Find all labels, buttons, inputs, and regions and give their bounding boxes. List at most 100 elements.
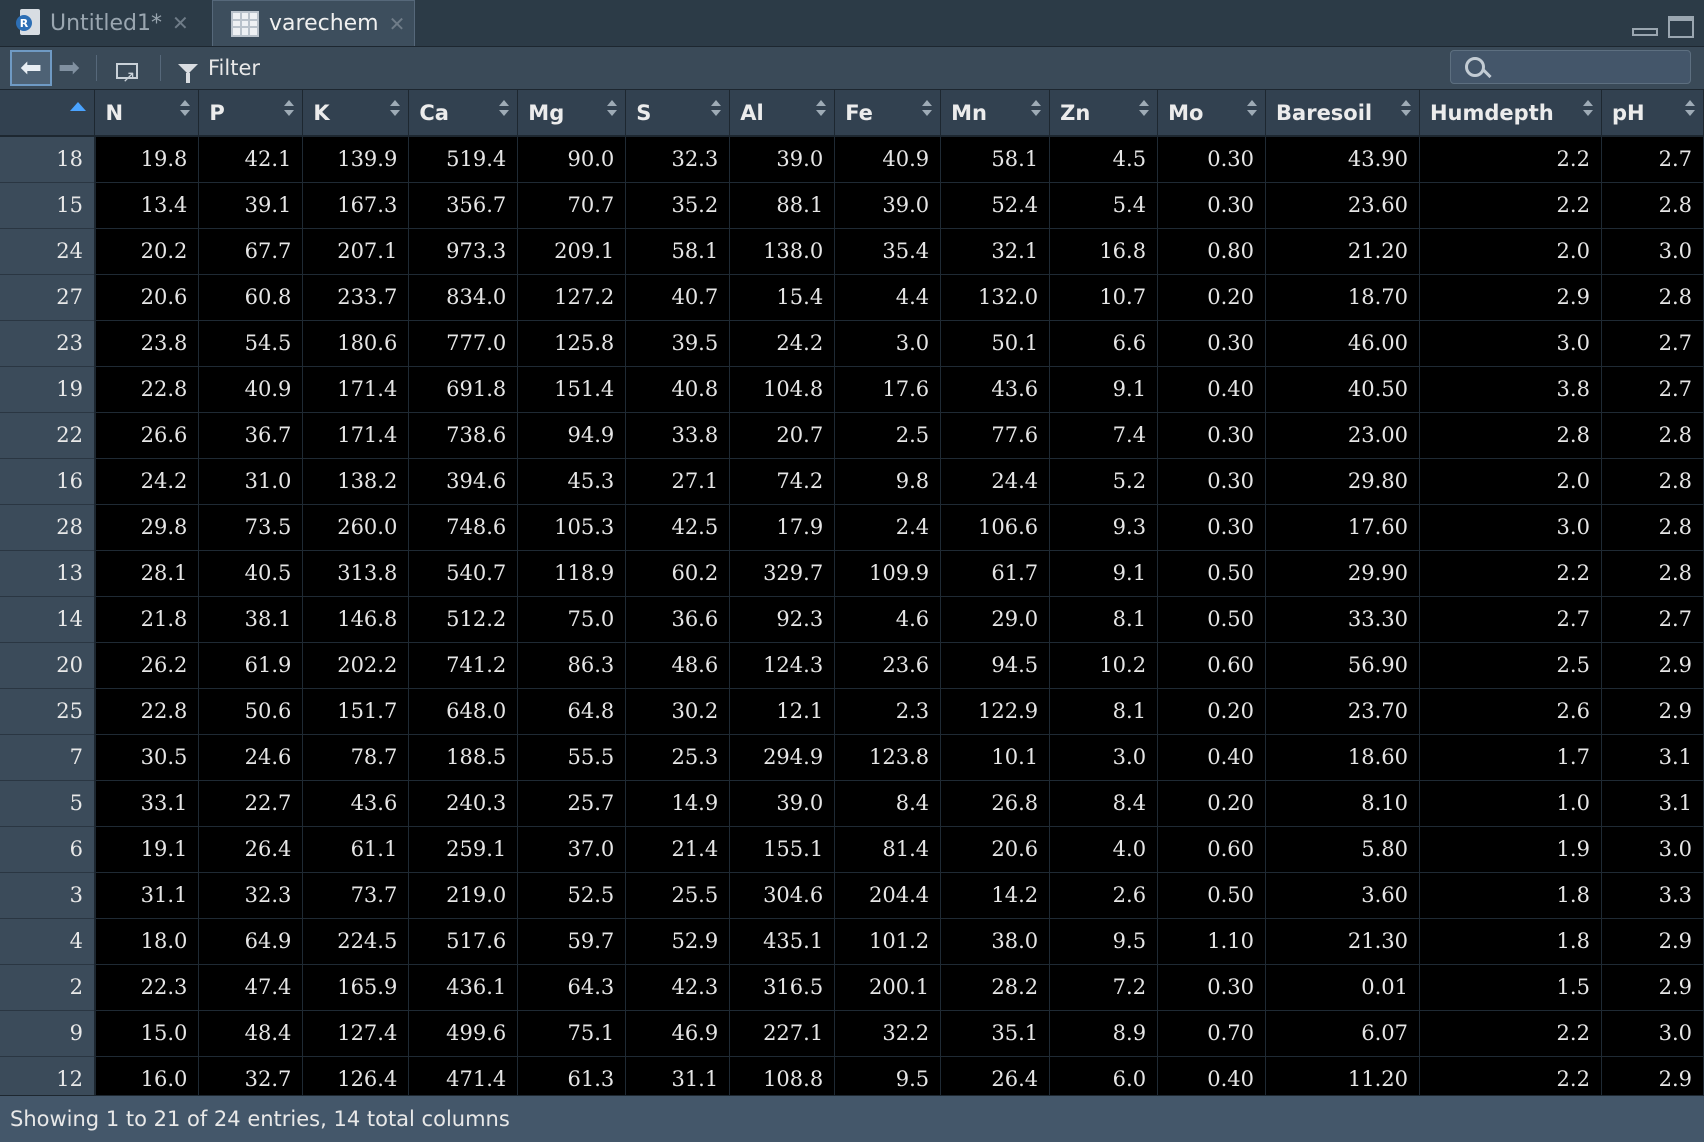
cell-k[interactable]: 260.0 [302, 504, 410, 551]
cell-fe[interactable]: 4.6 [834, 596, 942, 643]
cell-al[interactable]: 92.3 [729, 596, 836, 643]
cell-n[interactable]: 15.0 [94, 1010, 200, 1057]
search-input[interactable] [1499, 54, 1683, 82]
cell-baresoil[interactable]: 6.07 [1265, 1010, 1420, 1057]
cell-mg[interactable]: 127.2 [517, 274, 627, 321]
cell-ph[interactable]: 2.9 [1601, 918, 1704, 965]
cell-zn[interactable]: 8.9 [1049, 1010, 1159, 1057]
cell-zn[interactable]: 8.1 [1049, 596, 1159, 643]
cell-mn[interactable]: 24.4 [940, 458, 1051, 505]
cell-n[interactable]: 24.2 [94, 458, 200, 505]
cell-mn[interactable]: 32.1 [940, 228, 1051, 275]
cell-al[interactable]: 15.4 [729, 274, 836, 321]
cell-s[interactable]: 27.1 [625, 458, 731, 505]
cell-k[interactable]: 313.8 [302, 550, 410, 597]
cell-zn[interactable]: 6.6 [1049, 320, 1159, 367]
column-header-mg[interactable]: Mg [517, 90, 627, 137]
cell-mg[interactable]: 90.0 [517, 136, 627, 183]
cell-fe[interactable]: 123.8 [834, 734, 942, 781]
cell-s[interactable]: 42.5 [625, 504, 731, 551]
cell-fe[interactable]: 9.8 [834, 458, 942, 505]
cell-n[interactable]: 31.1 [94, 872, 200, 919]
cell-fe[interactable]: 109.9 [834, 550, 942, 597]
cell-mo[interactable]: 0.30 [1157, 320, 1267, 367]
cell-s[interactable]: 39.5 [625, 320, 731, 367]
cell-mo[interactable]: 0.30 [1157, 182, 1267, 229]
cell-p[interactable]: 39.1 [198, 182, 304, 229]
cell-humdepth[interactable]: 2.7 [1419, 596, 1602, 643]
cell-mg[interactable]: 94.9 [517, 412, 627, 459]
cell-baresoil[interactable]: 29.80 [1265, 458, 1420, 505]
cell-mo[interactable]: 0.60 [1157, 642, 1267, 689]
cell-p[interactable]: 24.6 [198, 734, 304, 781]
cell-mo[interactable]: 0.50 [1157, 550, 1267, 597]
cell-zn[interactable]: 8.4 [1049, 780, 1159, 827]
cell-s[interactable]: 21.4 [625, 826, 731, 873]
cell-k[interactable]: 73.7 [302, 872, 410, 919]
cell-humdepth[interactable]: 1.5 [1419, 964, 1602, 1011]
cell-humdepth[interactable]: 1.8 [1419, 918, 1602, 965]
cell-humdepth[interactable]: 2.0 [1419, 228, 1602, 275]
cell-al[interactable]: 104.8 [729, 366, 836, 413]
close-icon[interactable]: ✕ [172, 11, 189, 35]
cell-mg[interactable]: 64.3 [517, 964, 627, 1011]
cell-fe[interactable]: 81.4 [834, 826, 942, 873]
row-names-header[interactable] [0, 90, 96, 137]
cell-ph[interactable]: 2.7 [1601, 320, 1704, 367]
cell-k[interactable]: 146.8 [302, 596, 410, 643]
cell-zn[interactable]: 2.6 [1049, 872, 1159, 919]
cell-mn[interactable]: 38.0 [940, 918, 1051, 965]
cell-n[interactable]: 18.0 [94, 918, 200, 965]
popout-window-button[interactable]: ↗ [110, 53, 144, 86]
cell-p[interactable]: 22.7 [198, 780, 304, 827]
cell-mo[interactable]: 1.10 [1157, 918, 1267, 965]
cell-n[interactable]: 33.1 [94, 780, 200, 827]
cell-fe[interactable]: 204.4 [834, 872, 942, 919]
cell-mg[interactable]: 125.8 [517, 320, 627, 367]
cell-humdepth[interactable]: 2.2 [1419, 550, 1602, 597]
cell-k[interactable]: 167.3 [302, 182, 410, 229]
cell-al[interactable]: 24.2 [729, 320, 836, 367]
cell-s[interactable]: 58.1 [625, 228, 731, 275]
cell-zn[interactable]: 4.5 [1049, 136, 1159, 183]
cell-fe[interactable]: 23.6 [834, 642, 942, 689]
cell-fe[interactable]: 40.9 [834, 136, 942, 183]
cell-mg[interactable]: 75.0 [517, 596, 627, 643]
cell-ph[interactable]: 3.0 [1601, 1010, 1704, 1057]
cell-al[interactable]: 20.7 [729, 412, 836, 459]
cell-n[interactable]: 20.2 [94, 228, 200, 275]
cell-k[interactable]: 78.7 [302, 734, 410, 781]
cell-baresoil[interactable]: 21.30 [1265, 918, 1420, 965]
cell-mn[interactable]: 122.9 [940, 688, 1051, 735]
cell-baresoil[interactable]: 17.60 [1265, 504, 1420, 551]
cell-ca[interactable]: 512.2 [408, 596, 519, 643]
cell-mo[interactable]: 0.40 [1157, 1056, 1267, 1095]
close-icon[interactable]: ✕ [389, 12, 406, 36]
cell-zn[interactable]: 9.1 [1049, 550, 1159, 597]
cell-humdepth[interactable]: 2.8 [1419, 412, 1602, 459]
cell-ph[interactable]: 2.8 [1601, 458, 1704, 505]
cell-mo[interactable]: 0.30 [1157, 412, 1267, 459]
cell-ph[interactable]: 2.9 [1601, 642, 1704, 689]
cell-baresoil[interactable]: 8.10 [1265, 780, 1420, 827]
cell-al[interactable]: 39.0 [729, 780, 836, 827]
cell-al[interactable]: 155.1 [729, 826, 836, 873]
cell-fe[interactable]: 17.6 [834, 366, 942, 413]
cell-ph[interactable]: 2.8 [1601, 274, 1704, 321]
cell-p[interactable]: 64.9 [198, 918, 304, 965]
cell-n[interactable]: 30.5 [94, 734, 200, 781]
cell-mo[interactable]: 0.60 [1157, 826, 1267, 873]
cell-n[interactable]: 28.1 [94, 550, 200, 597]
cell-mg[interactable]: 75.1 [517, 1010, 627, 1057]
cell-baresoil[interactable]: 18.70 [1265, 274, 1420, 321]
cell-ca[interactable]: 436.1 [408, 964, 519, 1011]
cell-mn[interactable]: 50.1 [940, 320, 1051, 367]
cell-mo[interactable]: 0.50 [1157, 596, 1267, 643]
cell-s[interactable]: 60.2 [625, 550, 731, 597]
cell-mn[interactable]: 10.1 [940, 734, 1051, 781]
cell-mg[interactable]: 37.0 [517, 826, 627, 873]
cell-zn[interactable]: 7.2 [1049, 964, 1159, 1011]
cell-al[interactable]: 329.7 [729, 550, 836, 597]
cell-al[interactable]: 316.5 [729, 964, 836, 1011]
cell-n[interactable]: 16.0 [94, 1056, 200, 1095]
